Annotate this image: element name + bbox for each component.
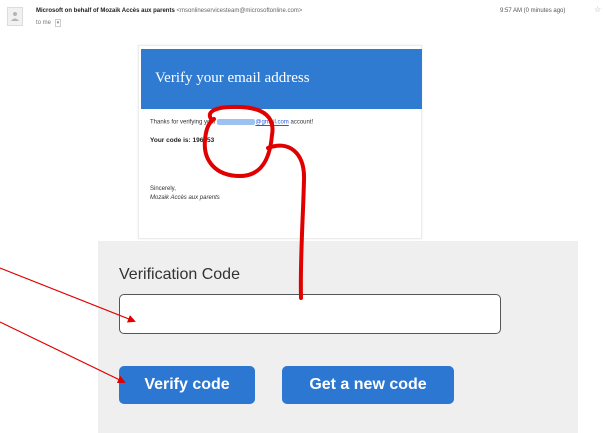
- recipient-label: to me: [36, 20, 52, 26]
- sender-name: Microsoft on behalf of Mozaik Accès aux …: [36, 8, 175, 14]
- email-title: Verify your email address: [155, 70, 310, 86]
- sender-avatar: [7, 7, 23, 26]
- sender-line: Microsoft on behalf of Mozaik Accès aux …: [36, 8, 302, 14]
- verification-panel: Verification Code Verify code Get a new …: [98, 241, 578, 433]
- recipient-line: to me ▾: [36, 19, 62, 27]
- closing-text: Sincerely,: [150, 186, 176, 192]
- verification-code-input[interactable]: [119, 294, 501, 334]
- thanks-suffix: account!: [290, 119, 314, 126]
- email-body-card: Verify your email address Thanks for ver…: [138, 45, 422, 239]
- sender-email: <msonlineservicesteam@microsoftonline.co…: [176, 8, 303, 14]
- person-icon: [11, 12, 19, 21]
- verification-code-label: Verification Code: [119, 266, 240, 283]
- email-address-link[interactable]: @gmail.com: [255, 120, 288, 126]
- get-new-code-button[interactable]: Get a new code: [282, 366, 454, 404]
- email-header-banner: Verify your email address: [141, 49, 422, 109]
- recipient-details-toggle[interactable]: ▾: [54, 19, 62, 27]
- signature-text: Mozaik Accès aux parents: [150, 195, 220, 201]
- redacted-username: [217, 119, 256, 125]
- thanks-line: Thanks for verifying your @gmail.com acc…: [150, 119, 313, 126]
- verify-code-button[interactable]: Verify code: [119, 366, 255, 404]
- star-icon[interactable]: ☆: [594, 5, 601, 14]
- verification-code-text: Your code is: 196553: [150, 137, 215, 144]
- email-timestamp: 9:57 AM (0 minutes ago): [500, 8, 566, 14]
- thanks-prefix: Thanks for verifying your: [150, 119, 216, 126]
